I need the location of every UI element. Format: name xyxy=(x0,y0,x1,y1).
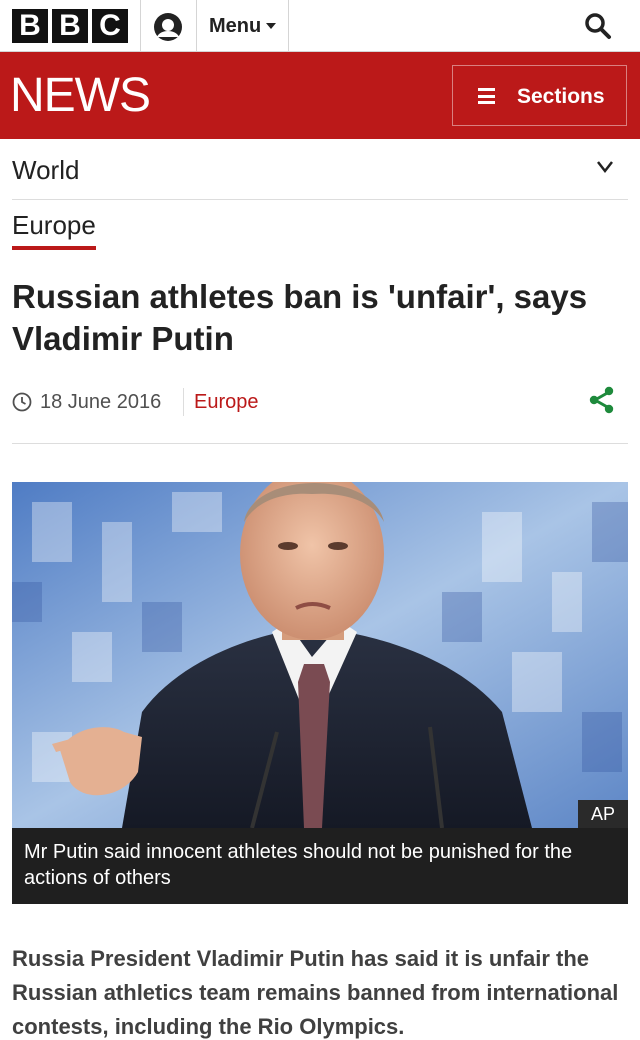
bbc-logo-block: B xyxy=(52,9,88,43)
divider xyxy=(183,388,184,416)
menu-label: Menu xyxy=(209,15,262,37)
news-title[interactable]: NEWS xyxy=(10,68,151,124)
image-credit: AP xyxy=(578,800,628,828)
putin-photo xyxy=(12,482,628,828)
sections-label: Sections xyxy=(517,85,605,108)
search-icon[interactable] xyxy=(584,12,612,40)
bbc-logo-block: B xyxy=(12,9,48,43)
sections-button[interactable]: Sections xyxy=(452,65,627,126)
article-summary: Russia President Vladimir Putin has said… xyxy=(12,946,619,1039)
menu-button[interactable]: Menu xyxy=(196,0,289,52)
section-link[interactable]: Europe xyxy=(194,390,259,414)
news-banner: NEWS Sections xyxy=(0,52,640,139)
bbc-logo-block: C xyxy=(92,9,128,43)
chevron-down-icon[interactable] xyxy=(596,160,614,174)
section-nav-label: World xyxy=(12,155,80,185)
share-icon[interactable] xyxy=(588,386,616,414)
bbc-logo[interactable]: B B C xyxy=(12,9,128,43)
article-headline: Russian athletes ban is 'unfair', says V… xyxy=(12,278,588,357)
account-button[interactable] xyxy=(140,0,196,52)
subsection-tag[interactable]: Europe xyxy=(12,210,96,250)
image-caption: Mr Putin said innocent athletes should n… xyxy=(12,828,628,904)
top-bar: B B C Menu xyxy=(0,0,640,52)
article-meta: 18 June 2016 Europe xyxy=(12,386,628,444)
chevron-down-icon xyxy=(266,23,277,29)
hamburger-icon xyxy=(478,88,495,104)
clock-icon xyxy=(12,392,32,412)
section-nav[interactable]: World xyxy=(12,140,628,200)
article-date: 18 June 2016 xyxy=(40,391,162,413)
account-icon xyxy=(154,13,182,41)
article-photo xyxy=(12,482,628,828)
